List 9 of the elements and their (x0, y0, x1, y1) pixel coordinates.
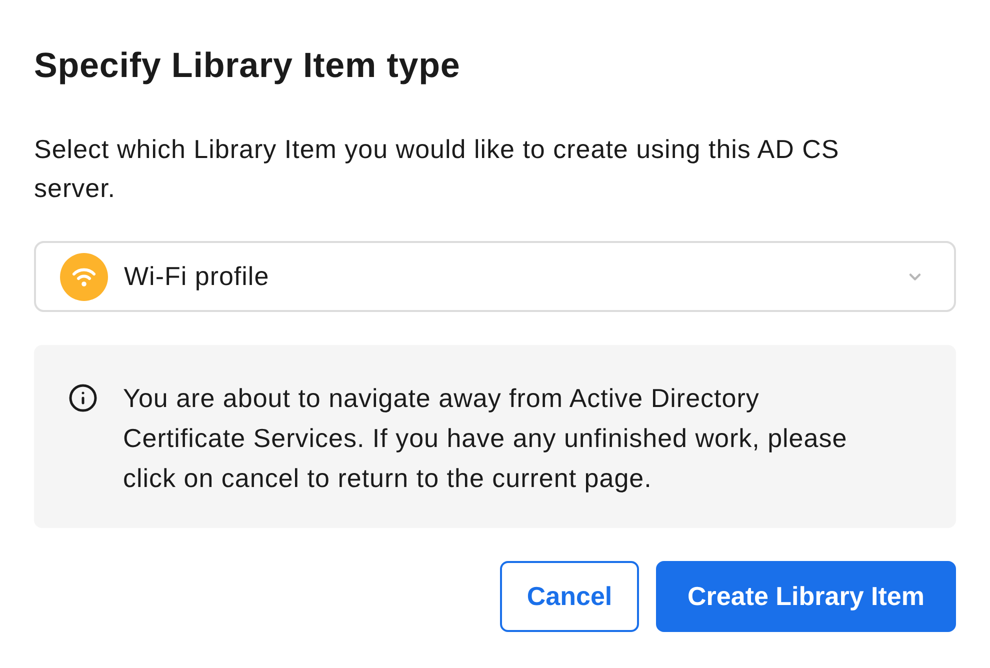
dialog-description: Select which Library Item you would like to create using this AD CS server. (34, 133, 840, 205)
cancel-button[interactable]: Cancel (500, 561, 639, 632)
notice-text: You are about to navigate away from Active Directory Certificate Services. If you have any unfinished work, please click on cancel to return to the current page. (123, 382, 848, 495)
create-button[interactable]: Create Library Item (656, 561, 956, 632)
select-value: Wi-Fi profile (124, 260, 270, 293)
info-icon (68, 383, 98, 413)
library-item-select[interactable]: Wi-Fi profile (34, 241, 956, 312)
dialog-title: Specify Library Item type (34, 46, 460, 86)
wifi-icon (60, 252, 108, 300)
